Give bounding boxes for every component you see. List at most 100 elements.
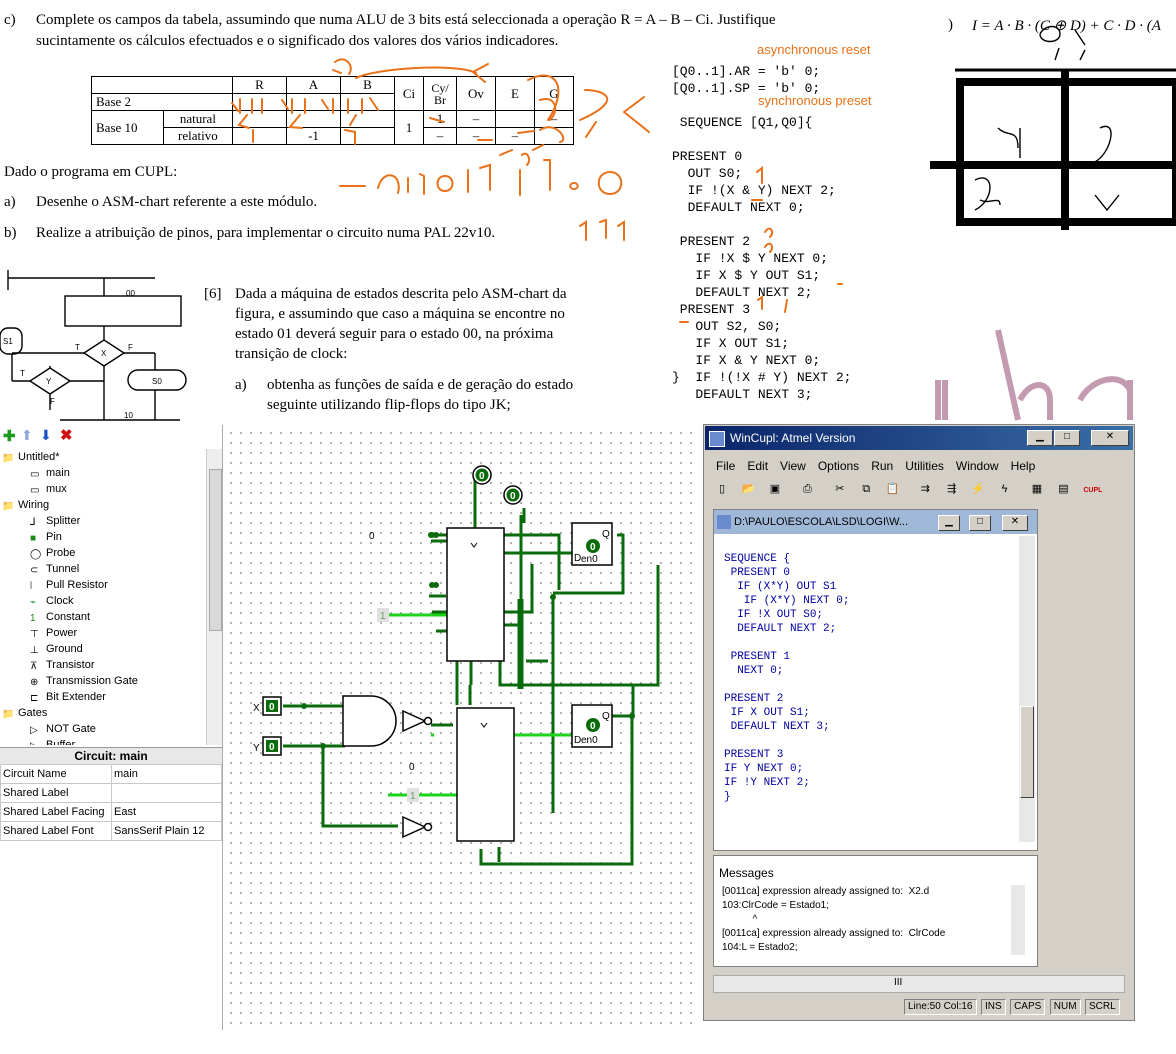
scrollbar-thumb[interactable] xyxy=(209,469,222,631)
editor-code[interactable]: SEQUENCE { PRESENT 0 IF (X*Y) OUT S1 IF … xyxy=(724,538,1014,838)
tree-item[interactable]: ▭ main xyxy=(30,465,70,481)
new-file-icon[interactable]: ▯ xyxy=(712,479,732,499)
copy-icon[interactable]: ⧉ xyxy=(856,479,877,499)
tree-item[interactable]: ⊏ Bit Extender xyxy=(30,689,106,705)
menu-utilities[interactable]: Utilities xyxy=(905,459,944,473)
tree-item-label: main xyxy=(46,467,70,479)
device-library-icon[interactable]: ▦ xyxy=(1026,479,1047,499)
tree-item[interactable]: 1 Constant xyxy=(30,609,90,625)
logisim-window: ✚ ⬆ ⬇ ✖ 📁 Untitled* ▭ main ▭ mux 📁 Wiring ⅃ Split… xyxy=(0,425,700,1054)
tree-item[interactable]: ◯ Probe xyxy=(30,545,75,561)
move-up-icon[interactable]: ⬆ xyxy=(21,427,33,444)
run-icon[interactable]: ϟ xyxy=(994,479,1015,499)
menu-run[interactable]: Run xyxy=(871,459,893,473)
add-icon[interactable]: ✚ xyxy=(3,427,16,445)
circuit-icon: ▭ xyxy=(30,469,40,481)
tree-item-label: Constant xyxy=(46,611,91,623)
tree-item[interactable]: ⊼ Transistor xyxy=(30,657,95,673)
messages-scrollbar[interactable] xyxy=(1011,885,1025,955)
paste-icon[interactable]: 📋 xyxy=(882,479,903,499)
open-folder-icon[interactable]: 📂 xyxy=(738,479,759,499)
property-value[interactable]: main xyxy=(111,764,222,784)
child-close-icon[interactable]: ✕ xyxy=(1002,515,1028,531)
property-value[interactable]: SansSerif Plain 12 xyxy=(111,821,222,841)
print-icon[interactable]: ⎙ xyxy=(797,479,818,499)
property-row[interactable]: Shared Label Font SansSerif Plain 12 xyxy=(0,821,222,841)
tree-item[interactable]: ⊤ Power xyxy=(30,625,77,641)
tree-item[interactable]: 📁 Untitled* xyxy=(2,449,60,465)
ff-q-bottom: Q xyxy=(602,711,610,722)
splitter-icon: ⅃ xyxy=(30,517,36,529)
explorer-toolbar: ✚ ⬆ ⬇ ✖ xyxy=(0,425,222,447)
handwritten-annotations: 00 S1 X Y S0 T F T F 10 xyxy=(0,25,1176,421)
tree-item[interactable]: ⊂ Tunnel xyxy=(30,561,79,577)
messages-text: [0011ca] expression already assigned to:… xyxy=(722,886,946,953)
toolbar: ▯ 📂 ▣ ⎙ ✂ ⧉ 📋 ⇉ ⇶ ⚡ ϟ ▦ ▤ CUPL xyxy=(712,479,1108,501)
minimize-icon[interactable]: ▁ xyxy=(1027,430,1053,446)
save-icon[interactable]: ▣ xyxy=(764,479,785,499)
menu-view[interactable]: View xyxy=(780,459,806,473)
tree-item[interactable]: ⊥ Ground xyxy=(30,641,83,657)
delete-icon[interactable]: ✖ xyxy=(60,426,73,444)
property-row[interactable]: Shared Label Facing East xyxy=(0,802,222,822)
tree-item[interactable]: ▷ NOT Gate xyxy=(30,721,96,737)
tree-item[interactable]: ▭ mux xyxy=(30,481,67,497)
property-value[interactable]: East xyxy=(111,802,222,822)
buffer-icon: ▷ xyxy=(30,739,42,745)
waveform-icon[interactable]: ▤ xyxy=(1053,479,1074,499)
menu-edit[interactable]: Edit xyxy=(747,459,768,473)
tree-item[interactable]: ■ Pin xyxy=(30,529,62,545)
status-num: NUM xyxy=(1049,999,1081,1015)
cupl-icon[interactable]: CUPL xyxy=(1079,481,1106,501)
pin-icon: ■ xyxy=(30,533,37,545)
maximize-icon[interactable]: □ xyxy=(1054,430,1080,446)
tree-item[interactable]: ▷ Buffer xyxy=(30,737,75,745)
horizontal-scrollbar[interactable]: III xyxy=(713,975,1125,993)
explorer-scrollbar[interactable] xyxy=(206,449,222,745)
child-maximize-icon[interactable]: □ xyxy=(969,515,991,531)
device-dependent-icon[interactable]: ⇶ xyxy=(941,479,962,499)
menu-options[interactable]: Options xyxy=(818,459,859,473)
clock-icon: ⌁ xyxy=(30,597,37,609)
tree-item[interactable]: ⦚ Pull Resistor xyxy=(30,577,108,593)
tree-item-label: Probe xyxy=(46,547,76,559)
constant-1-bottom: 1 xyxy=(410,791,416,802)
tgate-icon: ⊕ xyxy=(30,677,39,689)
app-icon xyxy=(709,431,725,447)
child-minimize-icon[interactable]: ▁ xyxy=(938,515,960,531)
menu-help[interactable]: Help xyxy=(1011,459,1036,473)
menu-file[interactable]: File xyxy=(716,459,735,473)
move-down-icon[interactable]: ⬇ xyxy=(40,427,52,444)
property-value[interactable] xyxy=(111,783,222,803)
ff-q-top: Q xyxy=(602,529,610,540)
tree-item[interactable]: ⊕ Transmission Gate xyxy=(30,673,138,689)
editor-scrollbar[interactable] xyxy=(1019,536,1035,842)
wincupl-titlebar[interactable]: WinCupl: Atmel Version ▁ □ ✕ xyxy=(705,426,1133,450)
menu-window[interactable]: Window xyxy=(956,459,999,473)
tree-item-label: Untitled* xyxy=(18,451,60,463)
tree-item-label: Pull Resistor xyxy=(46,579,108,591)
tree-item[interactable]: ⅃ Splitter xyxy=(30,513,80,529)
status-scrl: SCRL xyxy=(1085,999,1120,1015)
power-icon: ⊤ xyxy=(30,629,39,641)
asm-label-t2: T xyxy=(20,369,25,378)
ff-top-value: 0 xyxy=(590,542,596,553)
folder-icon: 📁 xyxy=(2,453,15,465)
circuit-canvas[interactable]: X Y 0 0 Q Q D D en0 en0 0 0 0 0 0 0 1 1 xyxy=(223,425,700,1030)
tree-item-label: Power xyxy=(46,627,78,639)
explorer-tree: 📁 Untitled* ▭ main ▭ mux 📁 Wiring ⅃ Splitter ■ Pin ◯… xyxy=(0,449,206,745)
simulate-icon[interactable]: ⚡ xyxy=(968,479,989,499)
property-key: Shared Label xyxy=(0,783,112,803)
tree-item[interactable]: 📁 Gates xyxy=(2,705,47,721)
property-row[interactable]: Circuit Name main xyxy=(0,764,222,784)
editor-scroll-thumb[interactable] xyxy=(1020,706,1034,798)
transistor-icon: ⊼ xyxy=(30,661,38,673)
compile-icon[interactable]: ⇉ xyxy=(915,479,936,499)
asm-label-t: T xyxy=(75,343,80,352)
child-titlebar[interactable]: D:\PAULO\ESCOLA\LSD\LOGI\W... ▁ □ ✕ xyxy=(714,510,1037,534)
tree-item[interactable]: ⌁ Clock xyxy=(30,593,74,609)
tree-item[interactable]: 📁 Wiring xyxy=(2,497,49,513)
close-icon[interactable]: ✕ xyxy=(1091,430,1129,446)
property-row[interactable]: Shared Label xyxy=(0,783,222,803)
cut-icon[interactable]: ✂ xyxy=(829,479,850,499)
